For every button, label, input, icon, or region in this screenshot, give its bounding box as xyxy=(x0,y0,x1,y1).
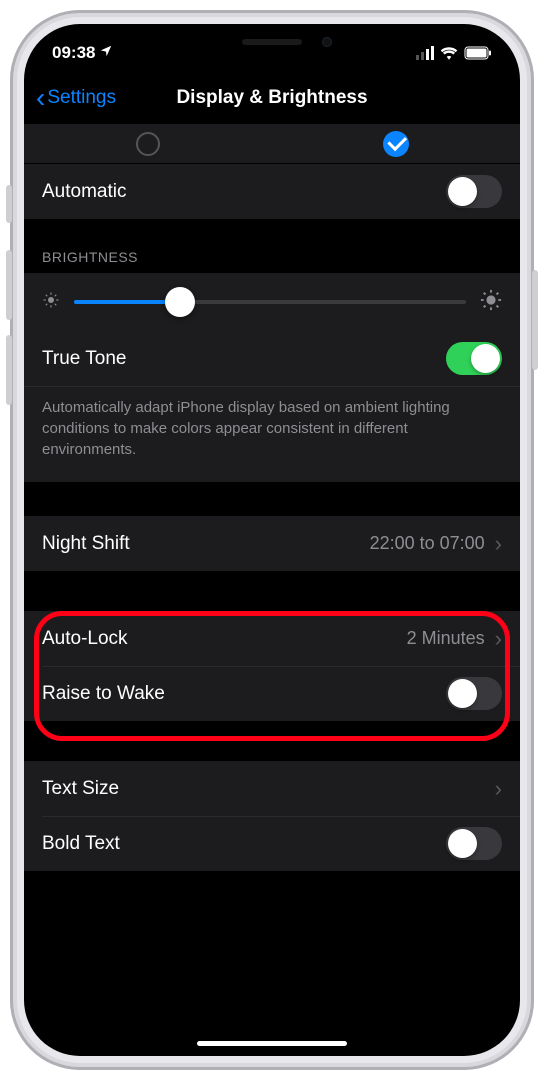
auto-lock-value: 2 Minutes xyxy=(407,628,485,649)
bold-text-label: Bold Text xyxy=(42,833,120,855)
radio-unchecked-icon xyxy=(136,132,160,156)
slider-thumb[interactable] xyxy=(165,287,195,317)
night-shift-value: 22:00 to 07:00 xyxy=(370,533,485,554)
volume-down-button xyxy=(6,335,12,405)
automatic-label: Automatic xyxy=(42,181,126,203)
text-size-row[interactable]: Text Size › xyxy=(24,761,520,816)
brightness-slider-row xyxy=(24,273,520,331)
appearance-light-option[interactable] xyxy=(24,124,272,163)
home-indicator[interactable] xyxy=(197,1041,347,1046)
raise-to-wake-row: Raise to Wake xyxy=(24,666,520,721)
auto-lock-label: Auto-Lock xyxy=(42,628,128,650)
cellular-signal-icon xyxy=(416,46,434,60)
bold-text-row: Bold Text xyxy=(24,816,520,871)
back-label: Settings xyxy=(47,87,116,109)
status-time: 09:38 xyxy=(52,43,95,63)
back-button[interactable]: ‹ Settings xyxy=(36,87,116,109)
night-shift-label: Night Shift xyxy=(42,533,130,555)
brightness-slider[interactable] xyxy=(74,300,466,304)
chevron-right-icon: › xyxy=(495,626,502,652)
raise-to-wake-toggle[interactable] xyxy=(446,677,502,710)
true-tone-label: True Tone xyxy=(42,348,127,370)
night-shift-row[interactable]: Night Shift 22:00 to 07:00 › xyxy=(24,516,520,571)
true-tone-toggle[interactable] xyxy=(446,342,502,375)
power-button xyxy=(532,270,538,370)
brightness-header: BRIGHTNESS xyxy=(24,219,520,273)
true-tone-row: True Tone xyxy=(24,331,520,386)
automatic-toggle[interactable] xyxy=(446,175,502,208)
notch xyxy=(162,24,382,60)
nav-bar: ‹ Settings Display & Brightness xyxy=(24,72,520,124)
autolock-group: Auto-Lock 2 Minutes › Raise to Wake xyxy=(24,611,520,721)
screen: 09:38 ‹ Settings xyxy=(24,24,520,1056)
volume-up-button xyxy=(6,250,12,320)
chevron-right-icon: › xyxy=(495,776,502,802)
sun-low-icon xyxy=(42,291,60,314)
true-tone-description: Automatically adapt iPhone display based… xyxy=(24,386,520,482)
appearance-dark-option[interactable] xyxy=(272,124,520,163)
radio-checked-icon xyxy=(383,131,409,157)
bold-text-toggle[interactable] xyxy=(446,827,502,860)
automatic-row: Automatic xyxy=(24,164,520,219)
wifi-icon xyxy=(440,46,458,60)
location-icon xyxy=(99,43,113,63)
battery-icon xyxy=(464,46,492,60)
chevron-right-icon: › xyxy=(495,531,502,557)
text-size-label: Text Size xyxy=(42,778,119,800)
mute-switch xyxy=(6,185,12,223)
appearance-selector xyxy=(24,124,520,164)
phone-frame: 09:38 ‹ Settings xyxy=(10,10,534,1070)
sun-high-icon xyxy=(480,289,502,316)
auto-lock-row[interactable]: Auto-Lock 2 Minutes › xyxy=(24,611,520,666)
raise-to-wake-label: Raise to Wake xyxy=(42,683,165,705)
